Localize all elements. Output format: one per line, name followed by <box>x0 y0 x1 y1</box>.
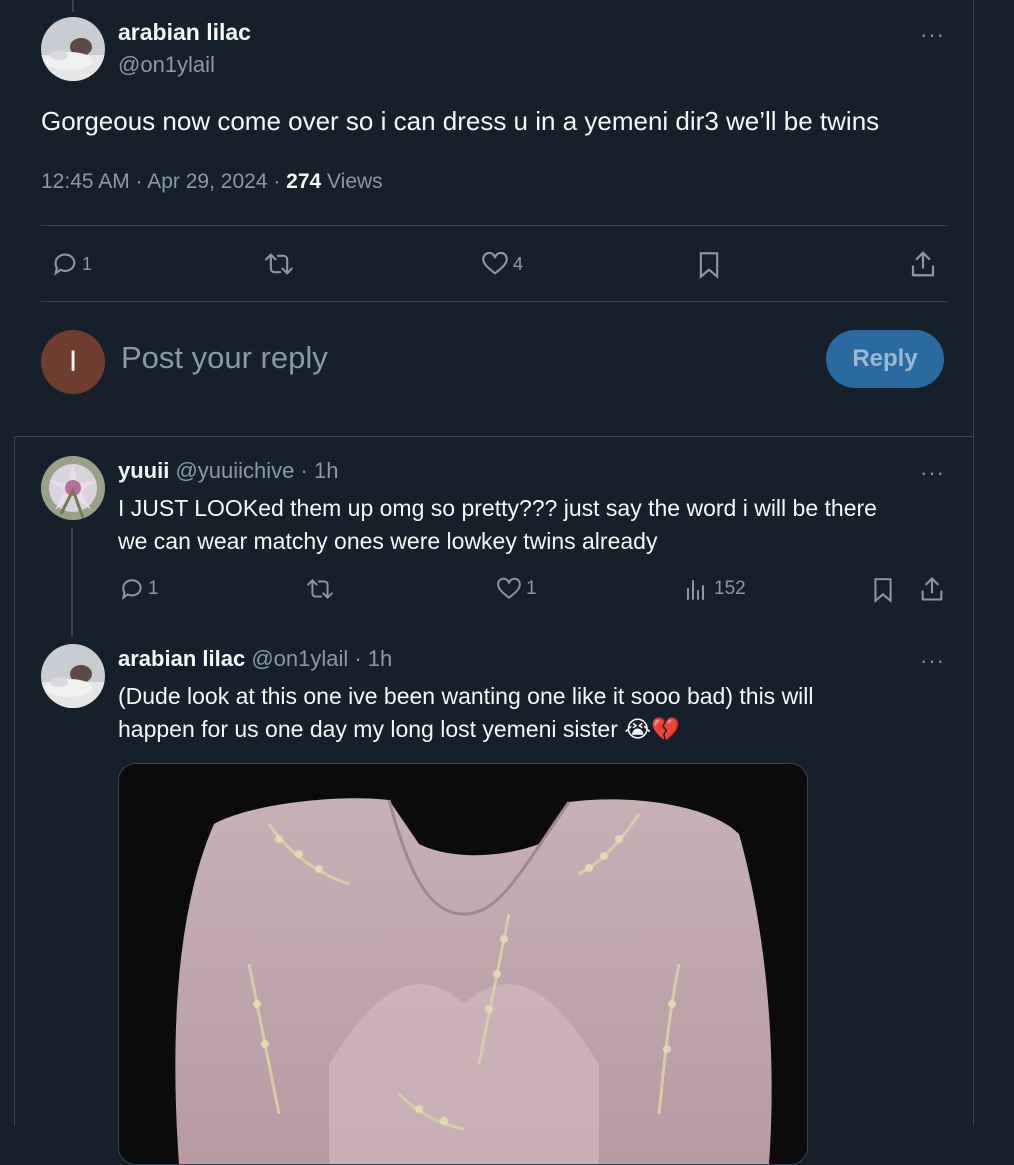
reply1-views-count: 152 <box>714 578 746 599</box>
reply1-time[interactable]: · 1h <box>294 458 339 483</box>
reply2-avatar[interactable] <box>41 644 105 708</box>
reply1-header: yuuii @yuuiichive · 1h <box>118 458 338 484</box>
reply1-share-button[interactable] <box>918 575 946 603</box>
reply1-reply-button[interactable]: 1 <box>118 576 159 602</box>
like-icon <box>497 577 521 599</box>
reply1-like-button[interactable]: 1 <box>494 576 537 602</box>
reply-icon <box>121 579 142 601</box>
main-share-button[interactable] <box>908 249 938 279</box>
reply1-thread-line <box>71 528 73 636</box>
reply1-bookmark-button[interactable] <box>870 576 896 604</box>
divider-top <box>41 225 947 226</box>
more-icon[interactable]: ··· <box>920 462 945 484</box>
column-border-right <box>973 0 974 1126</box>
views-count: 274 <box>286 170 322 193</box>
reply1-reply-count: 1 <box>148 578 159 599</box>
tweet-meta: 12:45 AM · Apr 29, 2024 · 274 Views <box>41 170 383 194</box>
main-retweet-button[interactable] <box>262 250 302 278</box>
main-bookmark-button[interactable] <box>695 250 723 280</box>
reply1-text-line1: I JUST LOOKed them up omg so pretty??? j… <box>118 495 877 521</box>
retweet-icon <box>265 253 293 275</box>
reply2-header: arabian lilac @on1ylail · 1h <box>118 646 392 672</box>
reply2-handle[interactable]: @on1ylail <box>251 646 348 671</box>
reply1-views-button[interactable]: 152 <box>684 577 746 601</box>
main-reply-button[interactable]: 1 <box>50 250 92 278</box>
reply2-display-name[interactable]: arabian lilac <box>118 646 245 671</box>
share-icon <box>911 251 935 277</box>
section-divider <box>14 436 974 437</box>
views-icon <box>687 580 704 600</box>
reply1-display-name[interactable]: yuuii <box>118 458 169 483</box>
thread-connector-top <box>72 0 74 12</box>
column-border-left <box>14 436 15 1126</box>
main-handle[interactable]: @on1ylail <box>118 52 215 78</box>
reply2-emojis: 😭💔 <box>624 716 680 742</box>
reply1-handle[interactable]: @yuuiichive <box>175 458 294 483</box>
reply2-text-line1: (Dude look at this one ive been wanting … <box>118 683 814 709</box>
reply1-text-line2: we can wear matchy ones were lowkey twin… <box>118 528 658 554</box>
reply2-text: (Dude look at this one ive been wanting … <box>118 680 814 746</box>
reply-icon <box>54 253 76 276</box>
bookmark-icon <box>874 578 892 603</box>
composer-avatar-letter: I <box>68 345 78 378</box>
reply-button[interactable]: Reply <box>826 330 944 388</box>
main-reply-count: 1 <box>82 253 93 274</box>
reply2-text-line2-wrap: happen for us one day my long lost yemen… <box>118 713 814 746</box>
reply2-time[interactable]: · 1h <box>348 646 392 671</box>
reply1-retweet-button[interactable] <box>304 576 342 602</box>
retweet-icon <box>307 579 333 599</box>
more-icon[interactable]: ··· <box>920 24 945 46</box>
composer-input[interactable]: Post your reply <box>121 340 328 376</box>
bookmark-icon <box>699 252 719 279</box>
tweet-timestamp[interactable]: 12:45 AM · Apr 29, 2024 · <box>41 170 286 193</box>
reply2-text-line2: happen for us one day my long lost yemen… <box>118 716 618 742</box>
divider-bottom <box>41 301 947 302</box>
more-icon[interactable]: ··· <box>920 650 945 672</box>
main-display-name[interactable]: arabian lilac <box>118 19 251 46</box>
reply1-avatar[interactable] <box>41 456 105 520</box>
main-avatar[interactable] <box>41 17 105 81</box>
composer-avatar[interactable]: I <box>41 330 105 394</box>
reply1-text: I JUST LOOKed them up omg so pretty??? j… <box>118 492 877 558</box>
reply1-like-count: 1 <box>526 578 537 599</box>
like-icon <box>482 251 508 275</box>
main-like-button[interactable]: 4 <box>479 250 523 278</box>
views-label: Views <box>321 170 383 193</box>
reply2-media-image[interactable] <box>118 763 808 1165</box>
share-icon <box>921 577 943 601</box>
main-like-count: 4 <box>513 253 524 274</box>
main-tweet-text: Gorgeous now come over so i can dress u … <box>41 106 880 136</box>
